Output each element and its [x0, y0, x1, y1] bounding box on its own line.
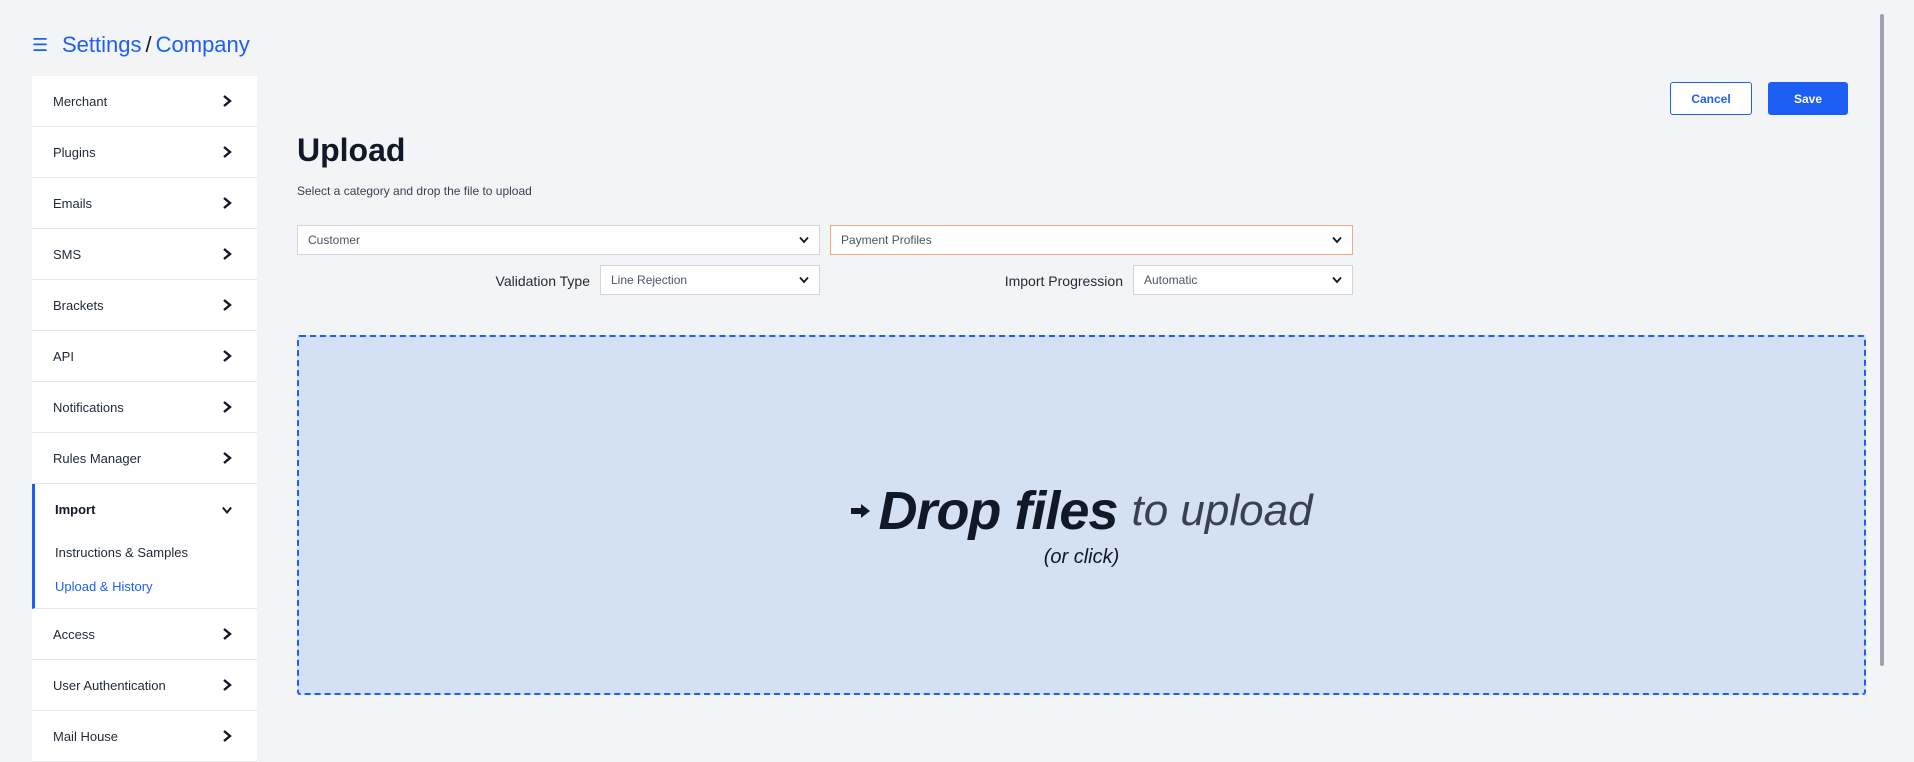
sidebar-item-label: Merchant — [53, 93, 108, 109]
import-progression-label: Import Progression — [1004, 273, 1123, 289]
chevron-down-icon — [1332, 236, 1342, 244]
sidebar-item-label: Mail House — [53, 728, 119, 744]
sidebar-subitem-upload-history[interactable]: Upload & History — [35, 569, 257, 603]
chevron-down-icon — [799, 236, 809, 244]
chevron-right-icon — [221, 628, 233, 640]
category-select[interactable]: Customer — [297, 225, 820, 255]
import-type-select-value: Payment Profiles — [841, 233, 932, 247]
sidebar-item-mail-house[interactable]: Mail House — [32, 711, 257, 762]
sidebar-item-label: Notifications — [53, 399, 124, 415]
sidebar-item-api[interactable]: API — [32, 331, 257, 382]
chevron-right-icon — [221, 299, 233, 311]
validation-type-select[interactable]: Line Rejection — [600, 265, 820, 295]
sidebar-item-merchant[interactable]: Merchant — [32, 76, 257, 127]
sidebar-item-access[interactable]: Access — [32, 609, 257, 660]
import-progression-value: Automatic — [1144, 273, 1198, 287]
sidebar-item-label: SMS — [53, 246, 82, 262]
sidebar-item-plugins[interactable]: Plugins — [32, 127, 257, 178]
file-dropzone[interactable]: Drop files to upload (or click) — [297, 335, 1866, 695]
sidebar-item-notifications[interactable]: Notifications — [32, 382, 257, 433]
chevron-right-icon — [221, 350, 233, 362]
breadcrumb-separator: / — [145, 32, 152, 57]
save-button[interactable]: Save — [1768, 82, 1848, 115]
breadcrumb-settings[interactable]: Settings — [62, 32, 142, 58]
breadcrumb-company[interactable]: Company — [156, 32, 250, 58]
chevron-right-icon — [221, 146, 233, 158]
page-subtitle: Select a category and drop the file to u… — [297, 184, 532, 198]
settings-sidebar: Merchant Plugins Emails SMS Brackets API… — [32, 76, 257, 762]
arrow-right-icon — [851, 503, 871, 518]
sidebar-item-label: Plugins — [53, 144, 96, 160]
validation-type-label: Validation Type — [495, 273, 590, 289]
chevron-down-icon — [799, 276, 809, 284]
chevron-right-icon — [221, 401, 233, 413]
chevron-right-icon — [221, 95, 233, 107]
chevron-right-icon — [221, 197, 233, 209]
page-scrollbar[interactable] — [1880, 14, 1884, 666]
sidebar-item-label: API — [53, 348, 74, 364]
sidebar-group-import: Import Instructions & Samples Upload & H… — [32, 484, 257, 609]
sidebar-item-label: Access — [53, 626, 95, 642]
sidebar-item-label: Import — [55, 502, 96, 517]
sidebar-item-import[interactable]: Import — [35, 484, 257, 535]
chevron-right-icon — [221, 730, 233, 742]
category-select-value: Customer — [308, 233, 361, 247]
sidebar-item-brackets[interactable]: Brackets — [32, 280, 257, 331]
sidebar-item-sms[interactable]: SMS — [32, 229, 257, 280]
sidebar-subitem-instructions-samples[interactable]: Instructions & Samples — [35, 535, 257, 569]
import-type-select[interactable]: Payment Profiles — [830, 225, 1353, 255]
sidebar-item-label: Brackets — [53, 297, 104, 313]
chevron-right-icon — [221, 679, 233, 691]
hamburger-menu-icon[interactable]: ☰ — [32, 36, 52, 54]
cancel-button[interactable]: Cancel — [1670, 82, 1752, 115]
dropzone-light-text: to upload — [1131, 485, 1313, 535]
validation-type-value: Line Rejection — [611, 273, 688, 287]
sidebar-item-label: Rules Manager — [53, 450, 142, 466]
chevron-right-icon — [221, 452, 233, 464]
sidebar-item-label: User Authentication — [53, 677, 166, 693]
sidebar-item-label: Emails — [53, 195, 93, 211]
chevron-down-icon — [1332, 276, 1342, 284]
breadcrumb: ☰ Settings / Company — [32, 30, 250, 60]
chevron-down-icon — [221, 504, 233, 516]
dropzone-strong-text: Drop files — [878, 480, 1118, 541]
sidebar-item-rules-manager[interactable]: Rules Manager — [32, 433, 257, 484]
sidebar-item-emails[interactable]: Emails — [32, 178, 257, 229]
import-progression-select[interactable]: Automatic — [1133, 265, 1353, 295]
chevron-right-icon — [221, 248, 233, 260]
dropzone-hint: (or click) — [1043, 545, 1120, 568]
dropzone-message: Drop files to upload — [850, 480, 1313, 542]
page-title: Upload — [297, 132, 406, 168]
sidebar-item-user-authentication[interactable]: User Authentication — [32, 660, 257, 711]
